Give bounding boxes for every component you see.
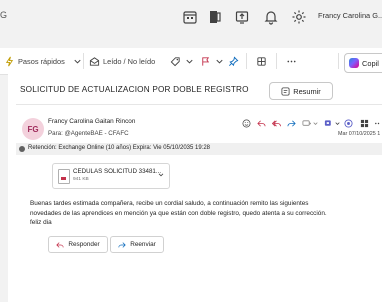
copilot-chat-button[interactable] <box>344 118 353 128</box>
pdf-file-icon <box>58 169 70 184</box>
divider <box>246 53 247 69</box>
summarize-button[interactable]: Resumir <box>269 82 333 100</box>
reply-icon <box>257 120 266 126</box>
more-options-button[interactable] <box>286 54 300 68</box>
message-body: Buenas tardes estimada compañera, recibe… <box>30 199 382 228</box>
message-subject: SOLICITUD DE ACTUALIZACION POR DOBLE REG… <box>20 85 249 94</box>
teams-share-button[interactable] <box>302 118 320 128</box>
envelope-open-icon <box>89 56 100 66</box>
body-line: Buenas tardes estimada compañera, recibe… <box>30 200 309 207</box>
flag-icon <box>202 56 210 66</box>
chevron-down-icon <box>186 59 193 64</box>
apps-icon <box>324 119 331 126</box>
summarize-icon <box>281 86 290 96</box>
grid-button[interactable] <box>360 118 369 128</box>
message-date: Mar 07/10/2025 1 <box>338 131 381 137</box>
body-line: feliz dia <box>30 219 52 227</box>
chevron-down-icon <box>335 121 340 125</box>
grid-view-icon <box>257 56 266 66</box>
read-unread-label: Leído / No leído <box>103 56 156 66</box>
lightning-icon <box>5 56 14 66</box>
chevron-down-icon <box>74 59 81 64</box>
quick-steps-button[interactable]: Pasos rápidos <box>4 54 65 68</box>
recipient-line[interactable]: Para: @AgenteBAE - CFAFC <box>48 130 129 137</box>
chevron-down-icon <box>313 121 318 125</box>
chevron-down-icon[interactable] <box>157 171 165 179</box>
attachment-name: CEDULAS SOLICITUD 33481... <box>73 168 162 175</box>
reply-label: Responder <box>68 241 100 248</box>
emoji-reaction-button[interactable] <box>242 118 251 128</box>
attachment-card[interactable]: CEDULAS SOLICITUD 33481... 941 KB <box>52 163 170 189</box>
summarize-label: Resumir <box>293 86 321 96</box>
grid-icon <box>360 119 369 127</box>
avatar[interactable]: FG <box>22 118 44 140</box>
sender-name[interactable]: Francy Carolina Gaitan Rincon <box>48 118 135 125</box>
divider <box>276 53 277 69</box>
smiley-icon <box>242 119 251 127</box>
tag-icon <box>170 56 180 66</box>
calendar-mini-icon[interactable] <box>182 9 198 25</box>
reply-footer-button[interactable]: Responder <box>48 236 108 253</box>
forward-icon <box>287 120 296 126</box>
reply-all-icon <box>272 120 281 126</box>
pin-button[interactable] <box>228 54 242 68</box>
forward-icon <box>118 241 126 248</box>
bell-icon[interactable] <box>263 9 279 25</box>
chat-icon <box>302 119 311 126</box>
divider <box>16 104 382 105</box>
categorize-button[interactable] <box>170 54 198 68</box>
retention-policy-icon <box>19 146 25 152</box>
pin-icon <box>229 55 239 66</box>
flag-button[interactable] <box>200 54 228 68</box>
copilot-small-icon <box>344 118 353 128</box>
ellipsis-icon <box>375 122 380 124</box>
more-actions-button[interactable] <box>374 118 382 128</box>
user-name[interactable]: Francy Carolina G... <box>318 11 382 20</box>
quick-steps-label: Pasos rápidos <box>18 56 65 66</box>
settings-icon[interactable] <box>291 9 307 25</box>
view-button[interactable] <box>256 54 270 68</box>
body-line: novedades de las aprendices en mención y… <box>30 209 327 217</box>
chevron-down-icon <box>216 59 223 64</box>
top-bar: G Francy Carolina G... <box>0 0 382 36</box>
reply-all-button[interactable] <box>272 118 281 128</box>
copilot-logo-icon <box>349 58 359 68</box>
attachment-size: 941 KB <box>73 177 89 182</box>
divider <box>83 53 84 69</box>
divider <box>338 53 339 69</box>
copilot-label: Copil <box>362 58 379 68</box>
copilot-button[interactable]: Copil <box>344 53 382 73</box>
reply-icon <box>56 241 64 248</box>
retention-text: Retención: Exchange Online (10 años) Exp… <box>28 145 211 151</box>
subject-row: SOLICITUD DE ACTUALIZACION POR DOBLE REG… <box>16 82 382 100</box>
reading-pane: SOLICITUD DE ACTUALIZACION POR DOBLE REG… <box>8 74 382 302</box>
truncated-text: G <box>0 10 8 20</box>
reply-button[interactable] <box>257 118 266 128</box>
apps-button[interactable] <box>324 118 342 128</box>
forward-footer-button[interactable]: Reenviar <box>110 236 164 253</box>
ribbon-toolbar: Pasos rápidos Leído / No leído <box>0 48 382 75</box>
share-icon[interactable] <box>234 9 250 25</box>
forward-button[interactable] <box>287 118 296 128</box>
ellipsis-icon <box>287 60 296 62</box>
read-unread-button[interactable]: Leído / No leído <box>89 54 155 68</box>
forward-label: Reenviar <box>130 241 156 248</box>
office-icon[interactable] <box>207 9 223 25</box>
